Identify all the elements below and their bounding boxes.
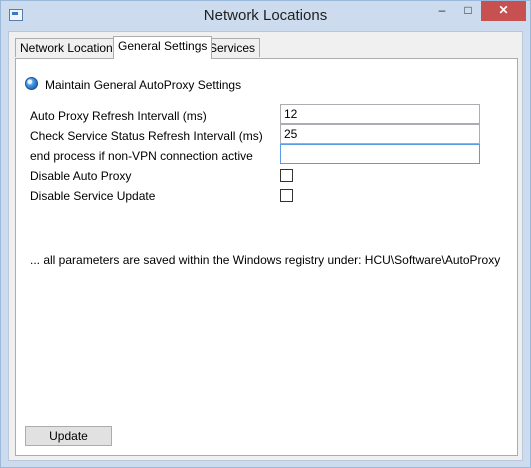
tab-services[interactable]: Services — [204, 38, 261, 57]
client-area: Network Location General Settings Servic… — [8, 31, 523, 461]
auto-proxy-refresh-label: Auto Proxy Refresh Intervall (ms) — [30, 109, 207, 123]
minimize-button[interactable]: – — [429, 1, 455, 21]
disable-auto-proxy-checkbox[interactable] — [280, 169, 293, 182]
tab-general-settings[interactable]: General Settings — [113, 36, 213, 59]
maximize-button[interactable]: □ — [455, 1, 481, 21]
general-settings-panel: Maintain General AutoProxy Settings Auto… — [15, 58, 518, 456]
app-window: Network Locations – □ ✕ Network Location… — [0, 0, 531, 468]
section-title: Maintain General AutoProxy Settings — [45, 78, 242, 92]
service-status-refresh-input[interactable] — [280, 124, 480, 144]
disable-service-update-label: Disable Service Update — [30, 189, 156, 203]
disable-auto-proxy-label: Disable Auto Proxy — [30, 169, 132, 183]
auto-proxy-refresh-input[interactable] — [280, 104, 480, 124]
globe-icon — [25, 77, 38, 90]
disable-service-update-checkbox[interactable] — [280, 189, 293, 202]
close-button[interactable]: ✕ — [481, 1, 526, 21]
registry-note: ... all parameters are saved within the … — [30, 253, 501, 267]
tab-network-location[interactable]: Network Location — [15, 38, 118, 57]
update-button[interactable]: Update — [25, 426, 112, 446]
end-process-input[interactable] — [280, 144, 480, 164]
title-bar[interactable]: Network Locations – □ ✕ — [1, 1, 530, 31]
service-status-refresh-label: Check Service Status Refresh Intervall (… — [30, 129, 263, 143]
end-process-label: end process if non-VPN connection active — [30, 149, 253, 163]
